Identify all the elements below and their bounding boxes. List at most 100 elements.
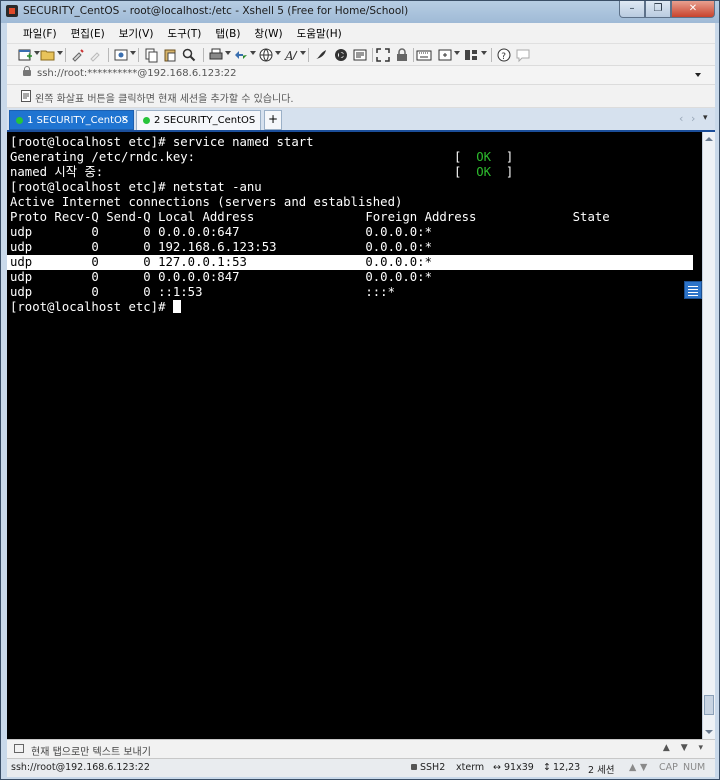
keyboard-icon[interactable] (416, 47, 432, 63)
address-dropdown-icon[interactable] (695, 73, 701, 77)
compose-pane-toggle-icon[interactable] (684, 281, 702, 299)
terminal-prompt: [root@localhost etc]# (10, 300, 173, 314)
menu-bar: 파일(F) 편집(E) 보기(V) 도구(T) 탭(B) 창(W) 도움말(H) (7, 23, 715, 43)
compose-window-icon[interactable] (14, 744, 24, 753)
terminal-line: Active Internet connections (servers and… (10, 195, 403, 209)
status-size: 91x39 (504, 762, 534, 773)
status-size-icon: ↔ (493, 762, 501, 773)
terminal-line: udp 0 0 0.0.0.0:847 0.0.0.0:* (10, 270, 432, 284)
paste-icon[interactable] (162, 47, 178, 63)
copy-icon[interactable] (143, 47, 159, 63)
menu-edit[interactable]: 편집(E) (65, 26, 113, 41)
compose-bar[interactable]: 현재 탭으로만 텍스트 보내기 ▲ ▼ ▾ (7, 739, 715, 758)
session-hint-text: 왼쪽 화살표 버튼을 클릭하면 현재 세션을 추가할 수 있습니다. (35, 94, 294, 105)
keymap-icon[interactable] (313, 47, 329, 63)
tab-scroll-right-icon[interactable]: › (691, 112, 695, 125)
status-up-arrow-icon: ▲ (629, 762, 637, 773)
status-num: NUM (683, 762, 706, 773)
session-hint-bar: 왼쪽 화살표 버튼을 클릭하면 현재 세션을 추가할 수 있습니다. (7, 85, 715, 108)
scroll-thumb[interactable] (704, 695, 714, 715)
terminal-line: [root@localhost etc]# service named star… (10, 135, 314, 149)
terminal-line: udp 0 0 192.168.6.123:53 0.0.0.0:* (10, 240, 432, 254)
status-bar: ssh://root@192.168.6.123:22 SSH2 xterm ↔… (7, 758, 715, 777)
ok-bracket-open: [ (454, 165, 477, 179)
tab-list-dropdown-icon[interactable]: ▾ (703, 113, 708, 123)
address-bar[interactable]: ssh://root:**********@192.168.6.123:22 (7, 65, 715, 85)
ok-status: [ OK ] (454, 150, 513, 165)
minimize-button[interactable]: – (619, 1, 645, 18)
tab-label: 2 SECURITY_CentOS (154, 115, 256, 126)
tab-session-1[interactable]: 1 SECURITY_CentOS × (9, 110, 134, 130)
lock-icon (23, 66, 31, 76)
status-down-arrow-icon: ▼ (640, 762, 648, 773)
print-icon[interactable] (208, 47, 224, 63)
menu-tab[interactable]: 탭(B) (209, 26, 248, 41)
new-tab-button[interactable]: + (264, 110, 282, 130)
vertical-scrollbar[interactable] (702, 132, 715, 739)
terminal-line: udp 0 0 0.0.0.0:647 0.0.0.0:* (10, 225, 432, 239)
properties-icon[interactable] (113, 47, 129, 63)
disconnect-icon[interactable] (88, 47, 104, 63)
transfer-icon[interactable] (233, 47, 249, 63)
ok-bracket-close: ] (491, 165, 514, 179)
chat-icon[interactable] (515, 47, 531, 63)
tab-bar: 1 SECURITY_CentOS × 2 SECURITY_CentOS + … (7, 108, 715, 132)
xshell-app-icon (6, 5, 18, 17)
address-text: ssh://root:**********@192.168.6.123:22 (37, 68, 237, 79)
maximize-button[interactable]: ❐ (645, 1, 671, 18)
terminal-line: Proto Recv-Q Send-Q Local Address Foreig… (10, 210, 610, 224)
compose-icon[interactable] (352, 47, 368, 63)
compose-text: 현재 탭으로만 텍스트 보내기 (31, 747, 151, 758)
title-bar[interactable]: SECURITY_CentOS - root@localhost:/etc - … (1, 1, 719, 23)
svg-text:?: ? (501, 52, 506, 62)
session-add-icon[interactable] (21, 90, 31, 102)
status-connection: ssh://root@192.168.6.123:22 (11, 762, 150, 773)
window-controls: – ❐ ✕ (619, 1, 715, 19)
script-icon[interactable] (333, 47, 349, 63)
scroll-down-icon[interactable] (705, 730, 713, 734)
layout-icon[interactable] (463, 47, 479, 63)
help-icon[interactable]: ? (496, 47, 512, 63)
terminal-line: Generating /etc/rndc.key: (10, 150, 196, 164)
fullscreen-icon[interactable] (375, 47, 391, 63)
find-icon[interactable] (181, 47, 197, 63)
menu-view[interactable]: 보기(V) (113, 26, 162, 41)
menu-help[interactable]: 도움말(H) (291, 26, 350, 41)
window-title: SECURITY_CentOS - root@localhost:/etc - … (23, 5, 409, 17)
tab-add-icon[interactable] (437, 47, 453, 63)
tab-label: 1 SECURITY_CentOS (27, 115, 129, 126)
ok-bracket-open: [ (454, 150, 477, 164)
tab-close-icon[interactable]: × (121, 111, 129, 129)
scroll-up-icon[interactable] (705, 137, 713, 141)
reconnect-icon[interactable] (70, 47, 86, 63)
status-lock-icon (411, 764, 417, 770)
connected-status-icon (16, 117, 23, 124)
lock-icon[interactable] (394, 47, 410, 63)
ok-text: OK (476, 150, 492, 164)
terminal-line: udp 0 0 ::1:53 :::* (10, 285, 395, 299)
xshell-window: SECURITY_CentOS - root@localhost:/etc - … (0, 0, 720, 780)
menu-window[interactable]: 창(W) (248, 26, 290, 41)
tab-scroll-left-icon[interactable]: ‹ (679, 112, 683, 125)
menu-file[interactable]: 파일(F) (7, 26, 65, 41)
close-button[interactable]: ✕ (671, 1, 715, 18)
globe-icon[interactable] (258, 47, 274, 63)
new-session-icon[interactable] (17, 47, 33, 63)
terminal-line: [root@localhost etc]# netstat -anu (10, 180, 262, 194)
terminal-line-selected: udp 0 0 127.0.0.1:53 0.0.0.0:* (7, 255, 693, 270)
ok-status: [ OK ] (454, 165, 513, 180)
font-icon[interactable]: A (283, 47, 299, 63)
open-folder-icon[interactable] (40, 47, 56, 63)
status-cursor-position: 12,23 (553, 762, 581, 773)
status-sessions: 2 세션 (588, 765, 615, 776)
menu-tools[interactable]: 도구(T) (161, 26, 209, 41)
tab-session-2[interactable]: 2 SECURITY_CentOS (136, 110, 261, 130)
terminal-line: named 시작 중: (10, 165, 104, 179)
status-terminal-type: xterm (456, 762, 485, 773)
compose-arrows[interactable]: ▲ ▼ ▾ (663, 743, 707, 753)
terminal-area[interactable]: [root@localhost etc]# service named star… (7, 132, 702, 739)
svg-text:A: A (284, 49, 294, 63)
terminal-cursor (172, 300, 181, 313)
terminal-prompt-line: [root@localhost etc]# (10, 300, 181, 315)
ok-text: OK (476, 165, 492, 179)
